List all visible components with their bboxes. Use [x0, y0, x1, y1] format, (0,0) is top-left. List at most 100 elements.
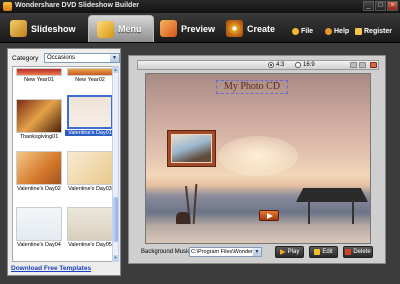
category-value: Occasions [47, 55, 76, 61]
help-menu-link[interactable]: Help [325, 28, 349, 35]
play-icon [279, 249, 286, 255]
background-music-label: Background Music: [141, 249, 193, 255]
maximize-button[interactable]: □ [375, 1, 386, 11]
radio-checked-icon [268, 62, 274, 68]
tab-label: Preview [181, 23, 216, 34]
sun-glow [218, 136, 298, 176]
template-image [67, 151, 113, 185]
app-logo-icon [3, 2, 12, 11]
template-thumb[interactable]: Valentine's Day02 [14, 151, 64, 192]
hut-post [352, 200, 354, 224]
template-label: New Year02 [75, 77, 105, 83]
tab-create[interactable]: Create [222, 15, 286, 42]
file-label: File [301, 28, 314, 35]
disc-icon [226, 20, 243, 37]
tab-menu[interactable]: Menu [88, 15, 154, 42]
file-icon [292, 28, 299, 35]
radio-unchecked-icon [295, 62, 301, 68]
edit-button[interactable]: Edit [309, 246, 338, 258]
beach-hut [296, 188, 368, 202]
register-label: Register [364, 28, 393, 35]
template-thumb[interactable]: Valentine's Day03 [65, 151, 114, 192]
scroll-down-icon[interactable]: ▼ [113, 255, 118, 261]
tab-label: Slideshow [31, 23, 76, 34]
window-title: Wondershare DVD Slideshow Builder [15, 2, 139, 9]
save-icon[interactable] [370, 62, 377, 68]
music-bar: Background Music: C:\Program Files\Wonde… [137, 246, 381, 259]
app-window: Wondershare DVD Slideshow Builder _ □ × … [0, 0, 400, 284]
tab-slideshow[interactable]: Slideshow [4, 15, 86, 42]
template-image [16, 68, 62, 76]
template-thumb[interactable]: Valentine's Day05 [65, 207, 114, 248]
file-menu-link[interactable]: File [292, 28, 313, 35]
template-image [16, 207, 62, 241]
beach-people-silhouette [176, 212, 190, 224]
template-image [16, 151, 62, 185]
menu-title[interactable]: My Photo CD [216, 80, 288, 94]
template-thumb[interactable]: Thanksgiving01 [14, 99, 64, 140]
key-icon [355, 28, 362, 35]
download-templates-link[interactable]: Download Free Templates [11, 265, 91, 272]
beach-pole [192, 183, 198, 225]
title-bar: Wondershare DVD Slideshow Builder _ □ × [0, 0, 400, 13]
register-menu-link[interactable]: Register [355, 28, 392, 35]
delete-label: Delete [353, 249, 371, 255]
ratio-label: 16:9 [303, 62, 315, 68]
template-panel: Category Occasions ▼ New Year01 New Year… [7, 48, 121, 276]
ratio-16-9-radio[interactable]: 16:9 [295, 62, 315, 68]
scroll-up-icon[interactable]: ▲ [113, 67, 118, 73]
category-label: Category [12, 55, 39, 62]
edit-label: Edit [322, 249, 333, 255]
prev-page-icon[interactable] [350, 62, 357, 68]
template-label: Valentine's Day05 [68, 242, 112, 248]
menu-preview-panel: 4:3 16:9 My Photo CD Background Music: C… [128, 55, 386, 264]
template-label: Valentine's Day03 [68, 186, 112, 192]
template-label: Valentine's Day02 [17, 186, 61, 192]
delete-button[interactable]: Delete [343, 246, 373, 258]
template-image [67, 207, 113, 241]
window-controls: _ □ × [363, 1, 398, 11]
help-icon [325, 28, 332, 35]
edit-icon [314, 249, 321, 255]
chevron-down-icon[interactable]: ▼ [253, 248, 261, 256]
tab-preview[interactable]: Preview [156, 15, 222, 42]
chevron-down-icon[interactable]: ▼ [110, 54, 119, 62]
delete-icon [345, 249, 352, 255]
menu-icon [97, 20, 114, 38]
preview-icon [160, 20, 177, 37]
template-thumb[interactable]: Valentine's Day04 [14, 207, 64, 248]
template-image [67, 68, 113, 76]
template-label: Valentine's Day04 [17, 242, 61, 248]
template-image [67, 95, 113, 129]
background-music-value: C:\Program Files\Wondersha [191, 249, 262, 255]
aspect-ratio-bar: 4:3 16:9 [137, 60, 379, 70]
ratio-4-3-radio[interactable]: 4:3 [268, 62, 284, 68]
template-thumb-selected[interactable]: Valentine's Day01 [65, 95, 114, 136]
next-page-icon[interactable] [359, 62, 366, 68]
slideshow-icon [10, 20, 27, 37]
template-list: New Year01 New Year02 Thanksgiving01 Val… [12, 66, 115, 262]
play-label: Play [287, 249, 300, 255]
tab-label: Menu [118, 24, 142, 34]
close-button[interactable]: × [387, 1, 398, 11]
template-thumb[interactable]: New Year01 [14, 68, 64, 83]
play-icon[interactable] [259, 210, 279, 221]
photo-frame[interactable] [167, 130, 216, 167]
template-scrollbar[interactable]: ▲ ▼ [112, 66, 119, 262]
template-image [16, 99, 62, 133]
template-thumb[interactable]: New Year02 [65, 68, 114, 83]
ratio-label: 4:3 [276, 62, 285, 68]
category-select[interactable]: Occasions ▼ [44, 53, 120, 63]
menu-preview[interactable]: My Photo CD [145, 73, 371, 244]
hut-post [308, 200, 310, 224]
background-music-select[interactable]: C:\Program Files\Wondersha ▼ [189, 247, 262, 257]
template-label: New Year01 [24, 77, 54, 83]
scroll-thumb[interactable] [113, 197, 118, 242]
help-label: Help [334, 28, 350, 35]
template-label: Valentine's Day01 [65, 130, 114, 136]
play-button[interactable]: Play [275, 246, 304, 258]
tab-label: Create [247, 23, 276, 34]
template-label: Thanksgiving01 [19, 134, 59, 140]
minimize-button[interactable]: _ [363, 1, 374, 11]
photo-image [171, 134, 212, 163]
